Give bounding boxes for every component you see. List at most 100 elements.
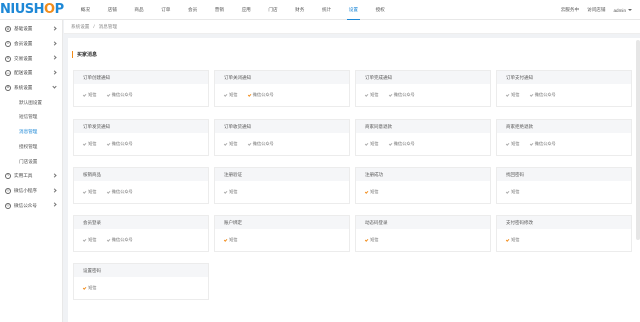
chevron-right-icon xyxy=(52,173,57,178)
check-icon xyxy=(529,92,533,97)
wechat-option[interactable]: 微信公众号 xyxy=(247,141,274,147)
card-options: 短信 微信公众号 xyxy=(497,84,631,106)
card-options: 短信 微信公众号 xyxy=(215,84,349,106)
logo[interactable]: NIUSHOP xyxy=(0,2,64,18)
sidebar-subitem[interactable]: 默认图设置 xyxy=(0,95,62,110)
sms-option[interactable]: 短信 xyxy=(505,237,520,243)
sidebar-item[interactable]: ⚙ 基础设置 xyxy=(0,22,62,37)
card-options: 短信 xyxy=(497,229,631,251)
sidebar-item[interactable]: ✎ 实用工具 xyxy=(0,169,62,184)
chevron-right-icon xyxy=(52,187,57,193)
topnav-item[interactable]: 授权 xyxy=(367,0,394,20)
breadcrumb-system-settings[interactable]: 系统设置 xyxy=(71,24,89,30)
card-options: 短信 微信公众号 xyxy=(215,133,349,155)
wechat-option[interactable]: 微信公众号 xyxy=(106,189,133,195)
user-menu[interactable]: admin xyxy=(613,8,632,13)
username: admin xyxy=(613,7,626,13)
wechat-option[interactable]: 微信公众号 xyxy=(106,92,133,98)
caret-down-icon xyxy=(628,9,632,11)
sms-option[interactable]: 短信 xyxy=(364,141,379,147)
sms-label: 短信 xyxy=(229,189,238,194)
wechat-label: 微信公众号 xyxy=(111,141,133,146)
sms-option[interactable]: 短信 xyxy=(82,141,97,147)
sms-option[interactable]: 短信 xyxy=(505,141,520,147)
sms-option[interactable]: 短信 xyxy=(82,189,97,195)
sidebar-item[interactable]: ◎ 微信公众号 xyxy=(0,198,62,213)
cloud-service-link[interactable]: 云服务中 xyxy=(561,7,579,13)
sidebar-item[interactable]: ◎ 微信小程序 xyxy=(0,184,62,199)
wechat-option[interactable]: 微信公众号 xyxy=(388,92,415,98)
sms-option[interactable]: 短信 xyxy=(223,237,238,243)
sidebar-subitem[interactable]: 授权管理 xyxy=(0,140,62,155)
sms-label: 短信 xyxy=(511,237,520,242)
visit-store-link[interactable]: 访问店铺 xyxy=(587,7,605,13)
topnav-item[interactable]: 订单 xyxy=(152,0,179,20)
chevron-right-icon xyxy=(52,41,57,46)
sms-option[interactable]: 短信 xyxy=(223,141,238,147)
card-title: 账户绑定 xyxy=(215,216,349,229)
sidebar-item-label: 系统设置 xyxy=(14,85,33,91)
message-card: 订单创建通知 短信 微信公众号 xyxy=(73,70,209,107)
sidebar-subitem[interactable]: 消息管理 xyxy=(0,125,62,140)
topnav-item[interactable]: 财务 xyxy=(286,0,313,20)
sidebar-item[interactable]: ☺ 会员设置 xyxy=(0,37,62,52)
section-title: 买家消息 xyxy=(72,51,97,58)
sidebar-menu: ⚙ 基础设置 ☺ 会员设置 $ 交易设置 ▭ 配送设置 ⚙ 系统设置 默认图设置 短信管理 消息管理 授权… xyxy=(0,20,62,213)
sidebar-item-label: 基础设置 xyxy=(14,26,33,32)
sms-option[interactable]: 短信 xyxy=(82,285,97,291)
topnav-item[interactable]: 应用 xyxy=(233,0,260,20)
check-icon xyxy=(106,237,110,242)
wechat-option[interactable]: 微信公众号 xyxy=(388,141,415,147)
check-icon xyxy=(82,189,87,194)
check-icon xyxy=(82,285,87,290)
check-icon xyxy=(247,141,251,146)
card-title: 商家同意退款 xyxy=(356,120,490,133)
sms-option[interactable]: 短信 xyxy=(364,237,379,243)
sms-option[interactable]: 短信 xyxy=(505,92,520,98)
sms-option[interactable]: 短信 xyxy=(223,189,238,195)
sms-option[interactable]: 短信 xyxy=(364,189,379,195)
top-bar: NIUSHOP 概况 店铺 商品 订单 会员 营销 应用 门店 财务 统计 设置 授权 云服务中 访问… xyxy=(0,0,640,20)
message-card: 订单收货通知 短信 微信公众号 xyxy=(214,119,350,156)
topnav-item[interactable]: 门店 xyxy=(260,0,287,20)
sidebar-item[interactable]: ⚙ 系统设置 xyxy=(0,81,62,96)
sidebar-subitem[interactable]: 门店设置 xyxy=(0,154,62,169)
check-icon xyxy=(505,189,510,194)
card-options: 短信 微信公众号 xyxy=(74,181,208,203)
check-icon xyxy=(82,141,87,146)
wechat-option[interactable]: 微信公众号 xyxy=(529,92,556,98)
scrollbar[interactable] xyxy=(636,40,640,240)
check-icon xyxy=(223,92,228,97)
menu-icon: ⚙ xyxy=(5,26,11,33)
topnav-item[interactable]: 统计 xyxy=(313,0,340,20)
card-options: 短信 xyxy=(356,181,490,203)
sms-option[interactable]: 短信 xyxy=(364,92,379,98)
card-title: 动态码登录 xyxy=(356,216,490,229)
sms-option[interactable]: 短信 xyxy=(82,237,97,243)
check-icon xyxy=(106,189,110,194)
topnav-item[interactable]: 设置 xyxy=(340,0,367,20)
sms-option[interactable]: 短信 xyxy=(505,189,520,195)
topnav-item[interactable]: 概况 xyxy=(72,0,99,20)
sidebar-item[interactable]: ▭ 配送设置 xyxy=(0,66,62,81)
wechat-option[interactable]: 微信公众号 xyxy=(247,92,274,98)
wechat-label: 微信公众号 xyxy=(111,189,133,194)
sidebar-item[interactable]: $ 交易设置 xyxy=(0,51,62,66)
sms-option[interactable]: 短信 xyxy=(82,92,97,98)
check-icon xyxy=(364,189,369,194)
wechat-option[interactable]: 微信公众号 xyxy=(106,237,133,243)
card-options: 短信 微信公众号 xyxy=(74,133,208,155)
card-options: 短信 微信公众号 xyxy=(356,84,490,106)
topnav-item[interactable]: 营销 xyxy=(206,0,233,20)
sidebar-item-label: 微信小程序 xyxy=(14,187,37,193)
sidebar-subitem[interactable]: 短信管理 xyxy=(0,110,62,125)
wechat-option[interactable]: 微信公众号 xyxy=(529,141,556,147)
topnav-item[interactable]: 商品 xyxy=(126,0,153,20)
topnav-item[interactable]: 店铺 xyxy=(99,0,126,20)
topnav-item[interactable]: 会员 xyxy=(179,0,206,20)
wechat-option[interactable]: 微信公众号 xyxy=(106,141,133,147)
sms-option[interactable]: 短信 xyxy=(223,92,238,98)
wechat-label: 微信公众号 xyxy=(252,92,274,97)
check-icon xyxy=(223,237,228,242)
menu-icon: ◎ xyxy=(5,187,11,194)
